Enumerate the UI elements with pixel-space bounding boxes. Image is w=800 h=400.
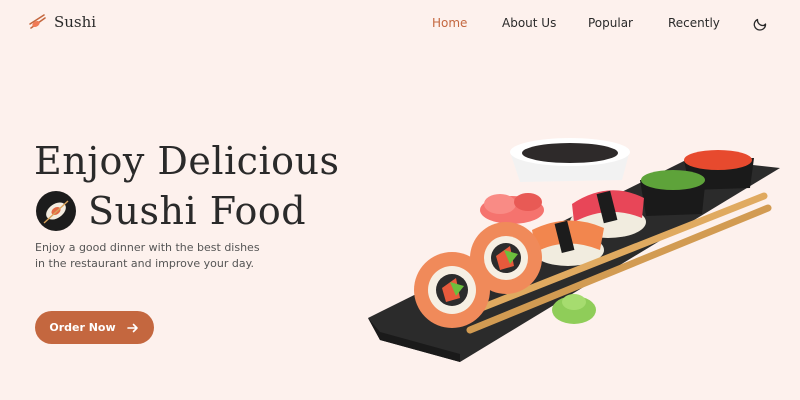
order-now-label: Order Now [49, 321, 116, 334]
hero-description: Enjoy a good dinner with the best dishes… [35, 241, 260, 270]
sushi-roll-icon [36, 191, 76, 231]
salmon-nigiri [532, 220, 604, 266]
hero-title-line1: Enjoy Delicious [34, 139, 340, 183]
maki-roll-2 [470, 222, 542, 294]
soy-sauce-dish [510, 138, 630, 182]
header: Sushi Home About Us Popular Recently [0, 0, 800, 48]
hero-title: Enjoy Delicious Sushi Food [34, 136, 339, 236]
sushi-chopsticks-icon [29, 14, 46, 29]
logo-text: Sushi [54, 13, 97, 31]
nav-recently[interactable]: Recently [668, 16, 720, 30]
seaweed-gunkan [640, 170, 706, 216]
sushi-platter-image [368, 138, 780, 362]
moon-icon[interactable] [752, 15, 768, 31]
order-now-button[interactable]: Order Now [35, 311, 154, 344]
arrow-right-icon [126, 323, 138, 332]
nav-about-us[interactable]: About Us [502, 16, 556, 30]
nav-popular[interactable]: Popular [588, 16, 633, 30]
pickled-ginger [480, 193, 544, 224]
logo[interactable]: Sushi [28, 12, 96, 32]
hero-title-line2: Sushi Food [88, 189, 307, 233]
nav-home[interactable]: Home [432, 16, 467, 30]
